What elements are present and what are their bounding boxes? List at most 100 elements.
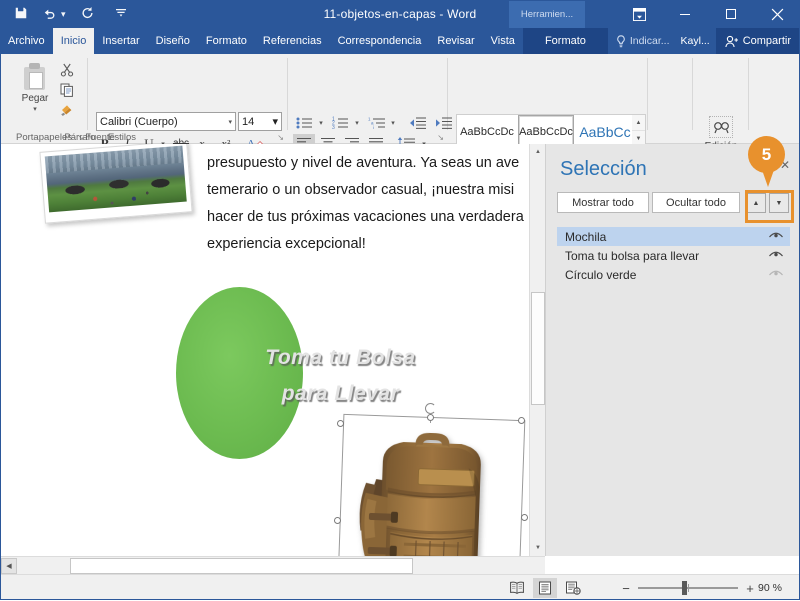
copy-icon[interactable] — [56, 80, 78, 99]
find-icon — [709, 116, 733, 138]
tell-me-box[interactable]: Indicar... — [611, 28, 675, 54]
tab-formato-herramientas[interactable]: Formato — [522, 28, 608, 54]
tab-inicio[interactable]: Inicio — [52, 28, 95, 54]
ribbon: Pegar ▾ Portapapeles ↘ Fuente ↘ Calibri … — [0, 54, 800, 192]
bring-forward-button[interactable]: ▲ — [746, 193, 766, 213]
object-name: Mochila — [565, 229, 607, 244]
show-all-button[interactable]: Mostrar todo — [557, 192, 649, 213]
resize-handle-nw[interactable] — [337, 420, 344, 427]
styles-scroll-up-button[interactable]: ▲ — [632, 115, 645, 131]
share-label: Compartir — [742, 35, 791, 47]
paste-icon — [23, 63, 47, 91]
ribbon-display-options-button[interactable] — [616, 0, 662, 28]
font-size-input[interactable]: 14 ▾ — [238, 112, 282, 131]
reorder-buttons: ▲ ▼ — [744, 188, 790, 218]
paste-label: Pegar — [21, 93, 49, 104]
list-item-circulo-verde[interactable]: Círculo verde — [557, 265, 790, 284]
tab-insertar[interactable]: Insertar — [94, 28, 147, 54]
bullets-dropdown-icon[interactable]: ▾ — [316, 113, 326, 132]
wordart-line-1: Toma tu Bolsa — [265, 346, 416, 369]
photo-image — [44, 145, 187, 213]
contextual-tools-label: Herramien... — [509, 0, 585, 28]
paragraph-dialog-launcher[interactable]: ↘ — [437, 133, 444, 142]
tab-referencias[interactable]: Referencias — [255, 28, 330, 54]
tab-correspondencia[interactable]: Correspondencia — [330, 28, 430, 54]
paragraph-line-1: presupuesto y nivel de aventura. Ya seas… — [207, 155, 520, 171]
svg-text:3: 3 — [332, 124, 335, 129]
selection-pane-list: Mochila Toma tu bolsa para llevar Círcul… — [557, 227, 790, 284]
horizontal-scroll-thumb[interactable] — [70, 558, 413, 574]
minimize-button[interactable] — [662, 0, 708, 28]
wordart-text[interactable]: Toma tu Bolsa para Llevar — [233, 340, 448, 412]
object-name: Círculo verde — [565, 267, 637, 282]
tell-me-label: Indicar... — [629, 35, 670, 47]
resize-handle-e[interactable] — [521, 514, 528, 521]
zoom-out-button[interactable]: − — [620, 581, 632, 596]
zoom-slider-thumb[interactable] — [682, 581, 687, 595]
scroll-down-button[interactable]: ▼ — [530, 540, 546, 556]
document-paragraph[interactable]: presupuesto y nivel de aventura. Ya seas… — [207, 150, 537, 258]
font-name-input[interactable]: Calibri (Cuerpo) ▾ — [96, 112, 236, 131]
print-layout-view-button[interactable] — [533, 578, 557, 598]
eye-icon-hidden[interactable] — [768, 268, 784, 282]
font-name-value: Calibri (Cuerpo) — [100, 115, 178, 128]
zoom-slider-track[interactable] — [638, 581, 738, 595]
font-name-dropdown-icon[interactable]: ▾ — [228, 118, 232, 126]
tab-revisar[interactable]: Revisar — [429, 28, 482, 54]
paste-button[interactable]: Pegar ▾ — [12, 60, 58, 122]
paragraph-line-4: experiencia excepcional! — [207, 236, 366, 252]
multilevel-dropdown-icon[interactable]: ▾ — [388, 113, 398, 132]
list-item-mochila[interactable]: Mochila — [557, 227, 790, 246]
numbering-dropdown-icon[interactable]: ▾ — [352, 113, 362, 132]
tab-diseno[interactable]: Diseño — [148, 28, 198, 54]
title-bar: ▾ 11-objetos-en-capas - Word Herramien..… — [0, 0, 800, 28]
tab-formato[interactable]: Formato — [198, 28, 255, 54]
close-button[interactable] — [754, 0, 800, 28]
tab-archivo[interactable]: Archivo — [0, 28, 53, 54]
tab-vista[interactable]: Vista — [483, 28, 523, 54]
restore-button[interactable] — [708, 0, 754, 28]
zoom-in-button[interactable]: + — [744, 581, 756, 596]
send-backward-button[interactable]: ▼ — [769, 193, 789, 213]
backpack-object[interactable] — [334, 403, 528, 556]
paragraph-line-3: hacer de tus próximas vacaciones una ver… — [207, 209, 524, 225]
font-size-dropdown-icon[interactable]: ▾ — [272, 115, 278, 128]
share-button[interactable]: Compartir — [715, 28, 800, 54]
ribbon-tab-bar: Archivo Inicio Insertar Diseño Formato R… — [0, 28, 800, 54]
web-layout-view-button[interactable] — [561, 578, 585, 598]
decrease-indent-icon[interactable] — [405, 113, 429, 132]
bullets-icon[interactable] — [293, 113, 315, 132]
callout-badge-5: 5 — [748, 136, 785, 173]
scroll-up-button[interactable]: ▲ — [530, 144, 546, 160]
numbering-icon[interactable]: 123 — [329, 113, 351, 132]
hide-all-button[interactable]: Ocultar todo — [652, 192, 740, 213]
resize-handle-ne[interactable] — [518, 417, 525, 424]
vertical-scrollbar[interactable]: ▲ ▼ — [529, 144, 546, 556]
resize-handle-n[interactable] — [427, 414, 434, 421]
paste-caret-icon[interactable]: ▾ — [33, 105, 37, 113]
eye-icon[interactable] — [768, 230, 784, 244]
font-dialog-launcher[interactable]: ↘ — [277, 133, 284, 142]
account-name[interactable]: Kayl... — [675, 35, 716, 47]
selection-pane-title: Selección — [560, 158, 647, 180]
ribbon-right-controls: Indicar... Kayl... Compartir — [611, 28, 800, 54]
zoom-level-label[interactable]: 90 % — [758, 575, 782, 601]
horizontal-scrollbar[interactable]: ◀ — [0, 556, 545, 574]
vertical-scroll-thumb[interactable] — [531, 292, 545, 405]
list-item-toma-tu-bolsa[interactable]: Toma tu bolsa para llevar — [557, 246, 790, 265]
document-canvas[interactable]: presupuesto y nivel de aventura. Ya seas… — [0, 144, 545, 556]
cut-icon[interactable] — [56, 60, 78, 79]
photo-frame[interactable] — [39, 144, 193, 224]
style-titulo-1-sample: AaBbCс — [579, 123, 631, 140]
scroll-left-button[interactable]: ◀ — [1, 558, 17, 574]
eye-icon[interactable] — [768, 249, 784, 263]
object-name: Toma tu bolsa para llevar — [565, 248, 700, 263]
format-painter-icon[interactable] — [56, 100, 78, 119]
view-buttons — [505, 575, 585, 601]
ribbon-tabs: Archivo Inicio Insertar Diseño Formato R… — [0, 28, 608, 54]
read-mode-view-button[interactable] — [505, 578, 529, 598]
status-bar: − + 90 % — [0, 574, 800, 600]
multilevel-list-icon[interactable]: 1ai — [365, 113, 387, 132]
group-label-styles: Estilos — [108, 132, 136, 143]
resize-handle-w[interactable] — [334, 517, 341, 524]
